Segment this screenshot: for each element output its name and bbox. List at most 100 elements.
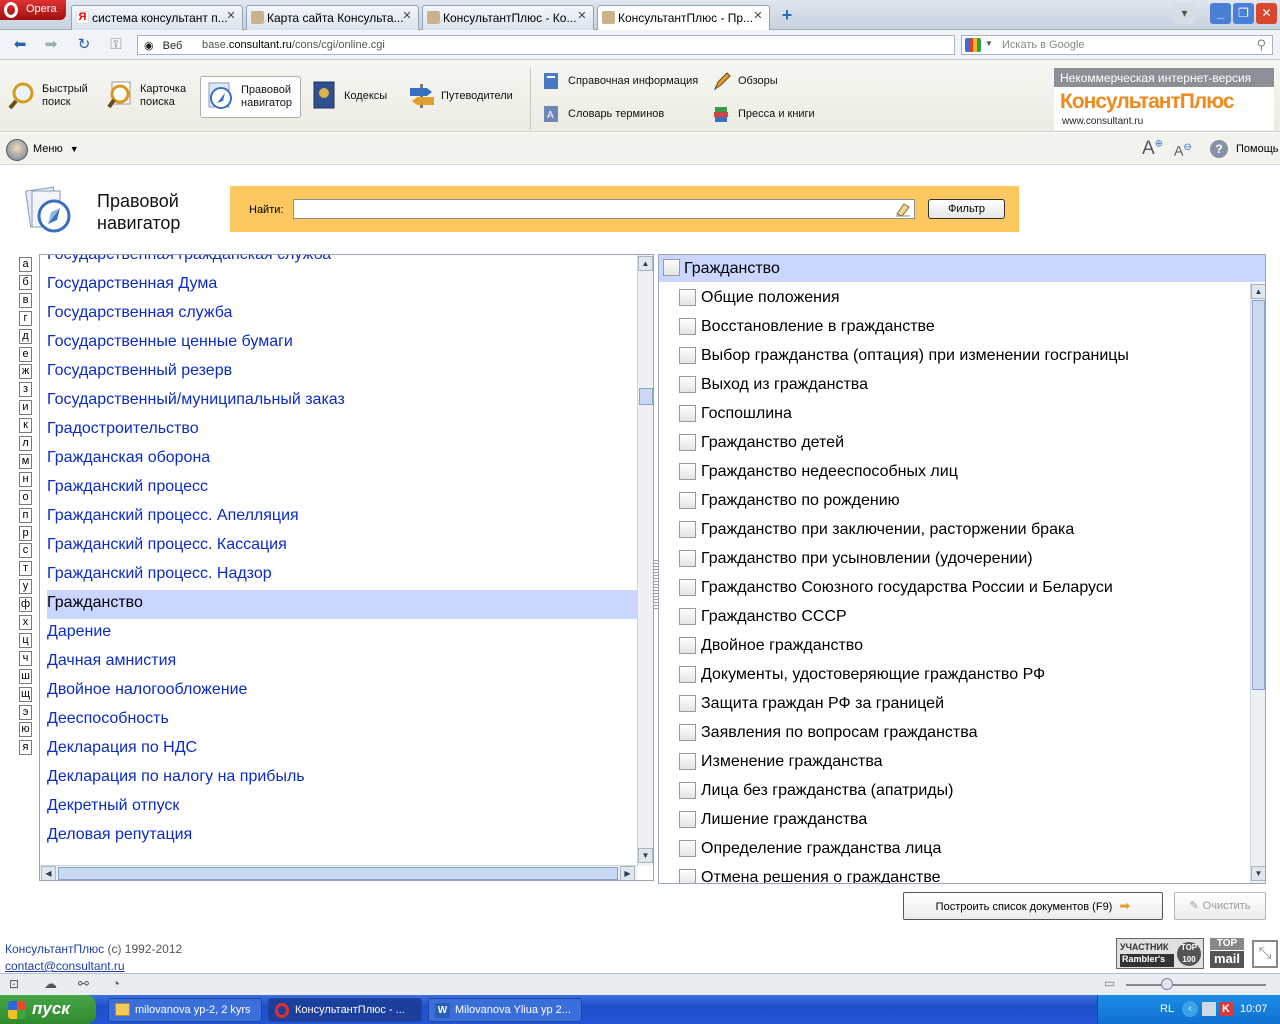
topic-item[interactable]: Государственная Дума: [47, 271, 637, 300]
subtopic-checkbox[interactable]: [679, 753, 696, 770]
subtopic-checkbox[interactable]: [679, 840, 696, 857]
tray-chevron-icon[interactable]: ‹: [1182, 1001, 1198, 1017]
topic-item[interactable]: Декларация по НДС: [47, 735, 637, 764]
close-window-icon[interactable]: ✕: [1256, 3, 1277, 24]
alphabet-letter[interactable]: е: [19, 346, 32, 362]
alphabet-letter[interactable]: р: [19, 525, 32, 541]
alphabet-letter[interactable]: ш: [19, 668, 32, 684]
topic-list-vertical-scrollbar[interactable]: ▲ ▼: [637, 255, 653, 866]
alphabet-letter[interactable]: ф: [19, 597, 32, 613]
subtopic-checkbox[interactable]: [679, 637, 696, 654]
eraser-icon[interactable]: [894, 201, 912, 217]
guides-button[interactable]: Путеводители: [407, 76, 519, 118]
close-tab-icon[interactable]: ✕: [575, 10, 589, 24]
alphabet-letter[interactable]: ц: [19, 632, 32, 648]
scroll-down-icon[interactable]: ▼: [638, 848, 653, 863]
new-tab-icon[interactable]: +: [778, 6, 796, 24]
cloud-icon[interactable]: ☁: [44, 976, 57, 992]
browser-tab-4-active[interactable]: КонсультантПлюс - Пр... ✕: [597, 5, 770, 31]
alphabet-letter[interactable]: с: [19, 543, 32, 559]
subtopic-item[interactable]: Гражданство недееспособных лиц: [659, 463, 1249, 487]
scroll-down-icon[interactable]: ▼: [1251, 866, 1265, 881]
find-input[interactable]: [293, 199, 915, 219]
contact-email-link[interactable]: contact@consultant.ru: [5, 959, 125, 973]
search-icon[interactable]: ⚲: [1256, 37, 1266, 53]
zoom-slider[interactable]: [1126, 984, 1266, 986]
subtopic-item[interactable]: Гражданство при усыновлении (удочерении): [659, 550, 1249, 574]
subtopic-checkbox[interactable]: [679, 608, 696, 625]
subtopic-item[interactable]: Выход из гражданства: [659, 376, 1249, 400]
alphabet-letter[interactable]: э: [19, 704, 32, 720]
alphabet-letter[interactable]: з: [19, 382, 32, 398]
taskbar-folder[interactable]: milovanova yp-2, 2 kyrs: [108, 998, 262, 1022]
mail-top-badge[interactable]: TOP mail: [1208, 938, 1246, 969]
alphabet-letter[interactable]: н: [19, 471, 32, 487]
subtopic-item[interactable]: Определение гражданства лица: [659, 840, 1249, 864]
clear-button[interactable]: ✎ Очистить: [1174, 892, 1266, 920]
subtopic-checkbox[interactable]: [679, 579, 696, 596]
restore-icon[interactable]: ❐: [1233, 3, 1254, 24]
speed-dial-icon[interactable]: ◔: [112, 976, 120, 991]
alphabet-letter[interactable]: я: [19, 740, 32, 756]
subtopic-item[interactable]: Отмена решения о гражданстве: [659, 869, 1249, 883]
url-field[interactable]: ◉ Веб base.consultant.ru/cons/cgi/online…: [137, 35, 955, 55]
reload-icon[interactable]: ↻: [75, 36, 93, 54]
topic-item[interactable]: Государственный резерв: [47, 358, 637, 387]
build-document-list-button[interactable]: Построить список документов (F9) ➡: [903, 892, 1163, 920]
alphabet-letter[interactable]: о: [19, 489, 32, 505]
menu-button[interactable]: Меню ▼: [33, 143, 79, 155]
alphabet-letter[interactable]: л: [19, 436, 32, 451]
alphabet-letter[interactable]: к: [19, 418, 32, 434]
forward-icon[interactable]: ➡: [42, 36, 60, 54]
alphabet-letter[interactable]: ч: [19, 650, 32, 666]
topic-item[interactable]: Государственные ценные бумаги: [47, 329, 637, 358]
subtopic-checkbox[interactable]: [679, 869, 696, 883]
subtopic-item[interactable]: Общие положения: [659, 289, 1249, 313]
font-increase-icon[interactable]: A⊕: [1142, 138, 1163, 160]
topic-item[interactable]: Двойное налогообложение: [47, 677, 637, 706]
topic-item[interactable]: Декретный отпуск: [47, 793, 637, 822]
topic-list-horizontal-scrollbar[interactable]: ◀ ▶: [40, 865, 637, 880]
help-link[interactable]: Помощь: [1236, 143, 1279, 155]
scrollbar-thumb[interactable]: [639, 388, 653, 405]
panel-toggle-icon[interactable]: ⊡: [9, 977, 19, 991]
close-tab-icon[interactable]: ✕: [224, 10, 238, 24]
browser-tab-1[interactable]: Я система консультант п... ✕: [71, 5, 243, 30]
alphabet-letter[interactable]: у: [19, 579, 32, 595]
quick-search-button[interactable]: Быстрый поиск: [8, 76, 98, 118]
subtopic-checkbox[interactable]: [679, 463, 696, 480]
key-icon[interactable]: ⚿: [107, 36, 125, 54]
alphabet-letter[interactable]: и: [19, 400, 32, 416]
scroll-right-icon[interactable]: ▶: [620, 866, 635, 880]
topic-item[interactable]: Гражданский процесс. Апелляция: [47, 503, 637, 532]
consultant-brand-box[interactable]: Некоммерческая интернет-версия Консульта…: [1054, 68, 1274, 130]
resize-corner-icon[interactable]: ⤡: [1252, 940, 1278, 968]
subtopic-checkbox[interactable]: [679, 376, 696, 393]
opera-menu-button[interactable]: Opera: [0, 0, 66, 20]
subtopic-checkbox[interactable]: [679, 347, 696, 364]
scroll-up-icon[interactable]: ▲: [638, 256, 653, 271]
help-icon[interactable]: ?: [1210, 140, 1228, 158]
heading-checkbox[interactable]: [663, 259, 680, 276]
rambler-top100-badge[interactable]: УЧАСТНИК Rambler's TOP 100: [1116, 938, 1204, 969]
subtopic-item[interactable]: Заявления по вопросам гражданства: [659, 724, 1249, 748]
scroll-up-icon[interactable]: ▲: [1251, 284, 1265, 299]
subtopic-checkbox[interactable]: [679, 289, 696, 306]
alphabet-letter[interactable]: ж: [19, 364, 32, 380]
topic-item[interactable]: Государственная гражданская служба: [47, 255, 637, 271]
subtopic-checkbox[interactable]: [679, 318, 696, 335]
back-icon[interactable]: ⬅: [11, 36, 29, 54]
zoom-slider-handle[interactable]: [1161, 978, 1173, 990]
subtopic-checkbox[interactable]: [679, 405, 696, 422]
scroll-left-icon[interactable]: ◀: [41, 866, 56, 880]
topic-item[interactable]: Гражданская оборона: [47, 445, 637, 474]
subtopic-item[interactable]: Восстановление в гражданстве: [659, 318, 1249, 342]
subtopic-item[interactable]: Изменение гражданства: [659, 753, 1249, 777]
google-search-field[interactable]: ▼ Искать в Google ⚲: [961, 35, 1273, 55]
antivirus-icon[interactable]: K: [1219, 1002, 1233, 1016]
alphabet-letter[interactable]: ю: [19, 722, 32, 738]
topic-item[interactable]: Дееспособность: [47, 706, 637, 735]
subtopic-item[interactable]: Гражданство по рождению: [659, 492, 1249, 516]
topic-item[interactable]: Гражданский процесс: [47, 474, 637, 503]
subtopic-checkbox[interactable]: [679, 782, 696, 799]
